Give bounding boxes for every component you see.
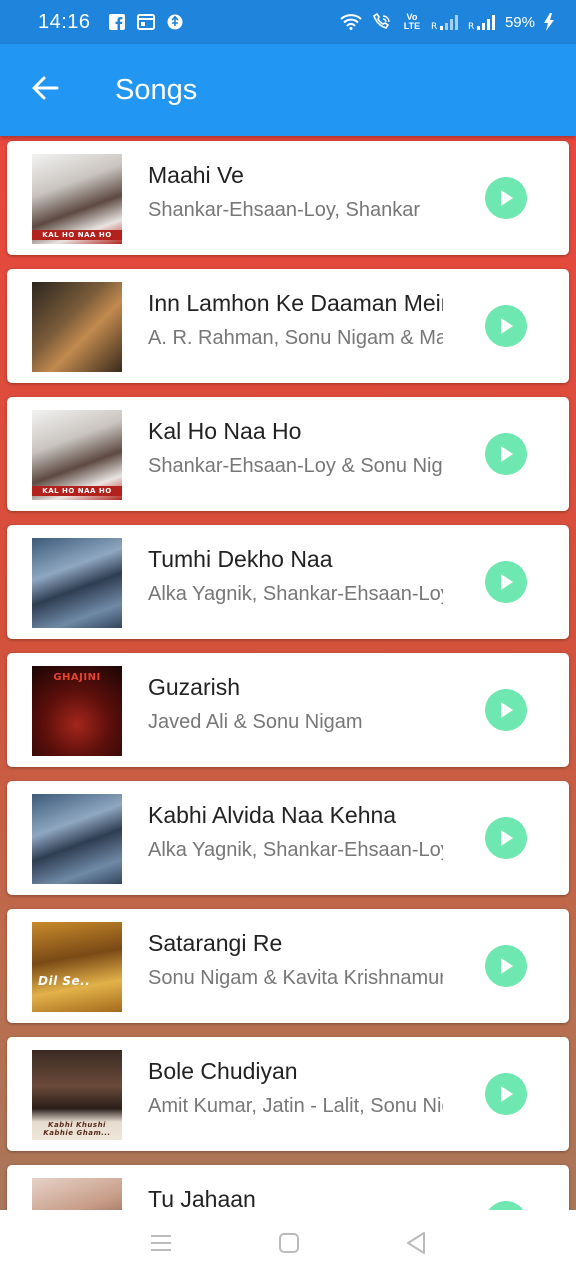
- album-art: GHAJINI: [32, 666, 122, 756]
- song-artist: Sonu Nigam & Kavita Krishnamurthy: [148, 967, 443, 989]
- song-artist: Shankar-Ehsaan-Loy, Shankar: [148, 199, 421, 221]
- song-artist: Amit Kumar, Jatin - Lalit, Sonu Nigam: [148, 1095, 443, 1117]
- song-title: Tumhi Dekho Naa: [148, 546, 333, 572]
- app-bar: Songs: [0, 44, 576, 136]
- svg-text:R: R: [468, 22, 474, 30]
- system-nav-bar: [0, 1210, 576, 1280]
- battery-percent: 59%: [504, 13, 535, 31]
- album-art-caption: KAL HO NAA HO: [32, 230, 122, 240]
- list-item[interactable]: Dil Se.. Satarangi Re Sonu Nigam & Kavit…: [7, 909, 569, 1023]
- play-button[interactable]: [485, 1073, 527, 1115]
- play-icon: [501, 446, 513, 462]
- play-button[interactable]: [485, 561, 527, 603]
- list-item[interactable]: Tu Jahaan: [7, 1165, 569, 1210]
- battery-charging-icon: [544, 13, 554, 31]
- song-title: Tu Jahaan: [148, 1186, 256, 1210]
- album-art: KAL HO NAA HO: [32, 154, 122, 244]
- play-button[interactable]: [485, 177, 527, 219]
- calendar-icon: [136, 14, 155, 30]
- album-art: [32, 538, 122, 628]
- play-button[interactable]: [485, 945, 527, 987]
- play-icon: [501, 830, 513, 846]
- song-title: Inn Lamhon Ke Daaman Mein: [148, 290, 443, 316]
- song-artist: Javed Ali & Sonu Nigam: [148, 711, 363, 733]
- list-item[interactable]: GHAJINI Guzarish Javed Ali & Sonu Nigam: [7, 653, 569, 767]
- play-button[interactable]: [485, 817, 527, 859]
- svg-text:R: R: [431, 22, 437, 30]
- album-art: Kabhi Khushi Kabhie Gham...: [32, 1050, 122, 1140]
- list-item[interactable]: Inn Lamhon Ke Daaman Mein A. R. Rahman, …: [7, 269, 569, 383]
- song-artist: Alka Yagnik, Shankar-Ehsaan-Loy: [148, 583, 443, 605]
- play-icon: [501, 958, 513, 974]
- album-art: KAL HO NAA HO: [32, 410, 122, 500]
- back-button[interactable]: [0, 44, 90, 136]
- page-title: Songs: [115, 73, 198, 106]
- facebook-icon: [108, 14, 125, 30]
- song-title: Bole Chudiyan: [148, 1058, 298, 1084]
- song-title: Satarangi Re: [148, 930, 283, 956]
- signal-r-icon: R: [431, 14, 459, 30]
- play-icon: [501, 318, 513, 334]
- list-item[interactable]: KAL HO NAA HO Kal Ho Naa Ho Shankar-Ehsa…: [7, 397, 569, 511]
- list-item[interactable]: Kabhi Alvida Naa Kehna Alka Yagnik, Shan…: [7, 781, 569, 895]
- play-button[interactable]: [485, 1201, 527, 1210]
- album-art-caption: GHAJINI: [53, 672, 101, 683]
- status-time: 14:16: [38, 10, 91, 33]
- menu-icon[interactable]: [149, 1233, 173, 1258]
- song-title: Kabhi Alvida Naa Kehna: [148, 802, 397, 828]
- play-icon: [501, 190, 513, 206]
- song-list[interactable]: KAL HO NAA HO Maahi Ve Shankar-Ehsaan-Lo…: [0, 136, 576, 1210]
- back-triangle-icon[interactable]: [405, 1231, 427, 1260]
- song-artist: Shankar-Ehsaan-Loy & Sonu Nigam: [148, 455, 443, 477]
- volte-icon: Vo LTE: [403, 12, 421, 31]
- album-art-caption: KAL HO NAA HO: [32, 486, 122, 496]
- album-art-caption: Kabhi Khushi Kabhie Gham...: [43, 1121, 111, 1137]
- play-icon: [501, 702, 513, 718]
- play-button[interactable]: [485, 689, 527, 731]
- wifi-icon: [340, 14, 362, 30]
- usb-icon: [167, 13, 183, 31]
- wifi-calling-icon: [371, 13, 393, 31]
- album-art-caption: Dil Se..: [38, 974, 91, 988]
- arrow-left-icon: [31, 74, 59, 107]
- song-title: Maahi Ve: [148, 162, 244, 188]
- list-item[interactable]: KAL HO NAA HO Maahi Ve Shankar-Ehsaan-Lo…: [7, 141, 569, 255]
- album-art: Dil Se..: [32, 922, 122, 1012]
- song-title: Guzarish: [148, 674, 241, 700]
- play-icon: [501, 574, 513, 590]
- album-art: [32, 282, 122, 372]
- home-icon[interactable]: [278, 1232, 300, 1259]
- play-button[interactable]: [485, 305, 527, 347]
- song-title: Kal Ho Naa Ho: [148, 418, 302, 444]
- signal-r-icon: R: [468, 14, 496, 30]
- status-bar: 14:16 Vo LTE R R 59%: [0, 0, 576, 44]
- list-item[interactable]: Kabhi Khushi Kabhie Gham... Bole Chudiya…: [7, 1037, 569, 1151]
- play-icon: [501, 1086, 513, 1102]
- song-artist: A. R. Rahman, Sonu Nigam & Madhushree: [148, 327, 443, 349]
- list-item[interactable]: Tumhi Dekho Naa Alka Yagnik, Shankar-Ehs…: [7, 525, 569, 639]
- song-artist: Alka Yagnik, Shankar-Ehsaan-Loy: [148, 839, 443, 861]
- play-button[interactable]: [485, 433, 527, 475]
- album-art: [32, 1178, 122, 1210]
- album-art: [32, 794, 122, 884]
